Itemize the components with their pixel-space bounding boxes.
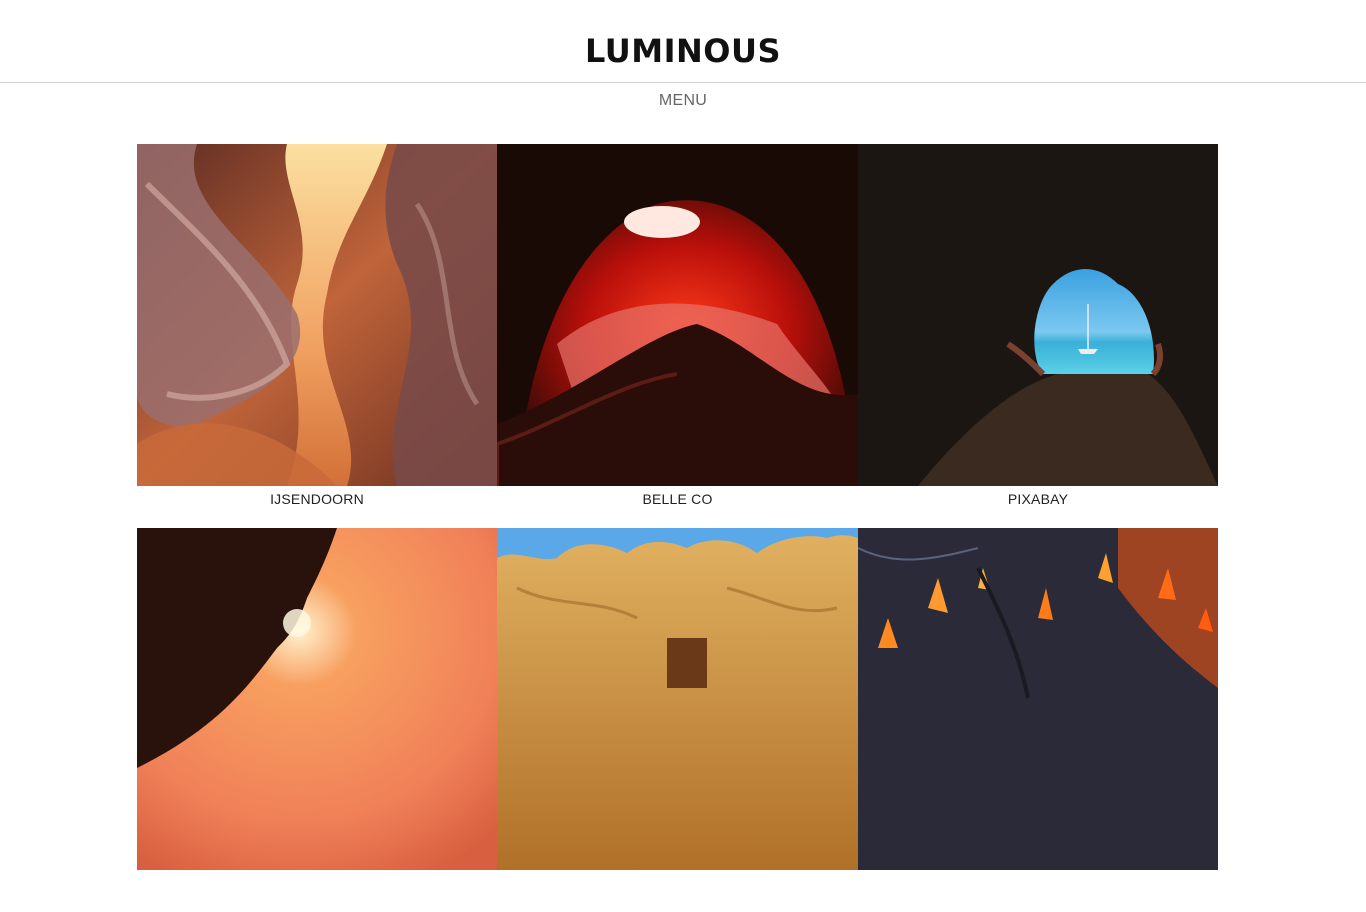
canyon-photo[interactable]: [137, 144, 497, 486]
photo-caption: [858, 870, 1218, 912]
photo-caption: [497, 870, 858, 912]
cliff-photo[interactable]: [497, 528, 858, 870]
gallery-card[interactable]: [858, 528, 1218, 912]
gallery-card[interactable]: IJSENDOORN: [137, 144, 497, 528]
gallery-card[interactable]: [137, 528, 497, 912]
gallery-card[interactable]: PIXABAY: [858, 144, 1218, 528]
site-title[interactable]: LUMINOUS: [585, 32, 781, 70]
sunset-photo[interactable]: [137, 528, 497, 870]
site-header: LUMINOUS: [0, 0, 1366, 83]
canyon-photo[interactable]: [497, 144, 858, 486]
photo-gallery: IJSENDOORN BELLE CO PIXABAY: [137, 144, 1218, 912]
gallery-card[interactable]: [497, 528, 858, 912]
photo-caption: [137, 870, 497, 912]
gallery-card[interactable]: BELLE CO: [497, 144, 858, 528]
photo-caption: BELLE CO: [642, 491, 713, 507]
gallery-row: [137, 528, 1218, 912]
photo-caption: IJSENDOORN: [270, 491, 364, 507]
gallery-row: IJSENDOORN BELLE CO PIXABAY: [137, 144, 1218, 528]
sea-cave-photo[interactable]: [858, 144, 1218, 486]
photo-caption: PIXABAY: [1007, 491, 1069, 507]
menu-link[interactable]: MENU: [0, 92, 1366, 110]
lava-photo[interactable]: [858, 528, 1218, 870]
